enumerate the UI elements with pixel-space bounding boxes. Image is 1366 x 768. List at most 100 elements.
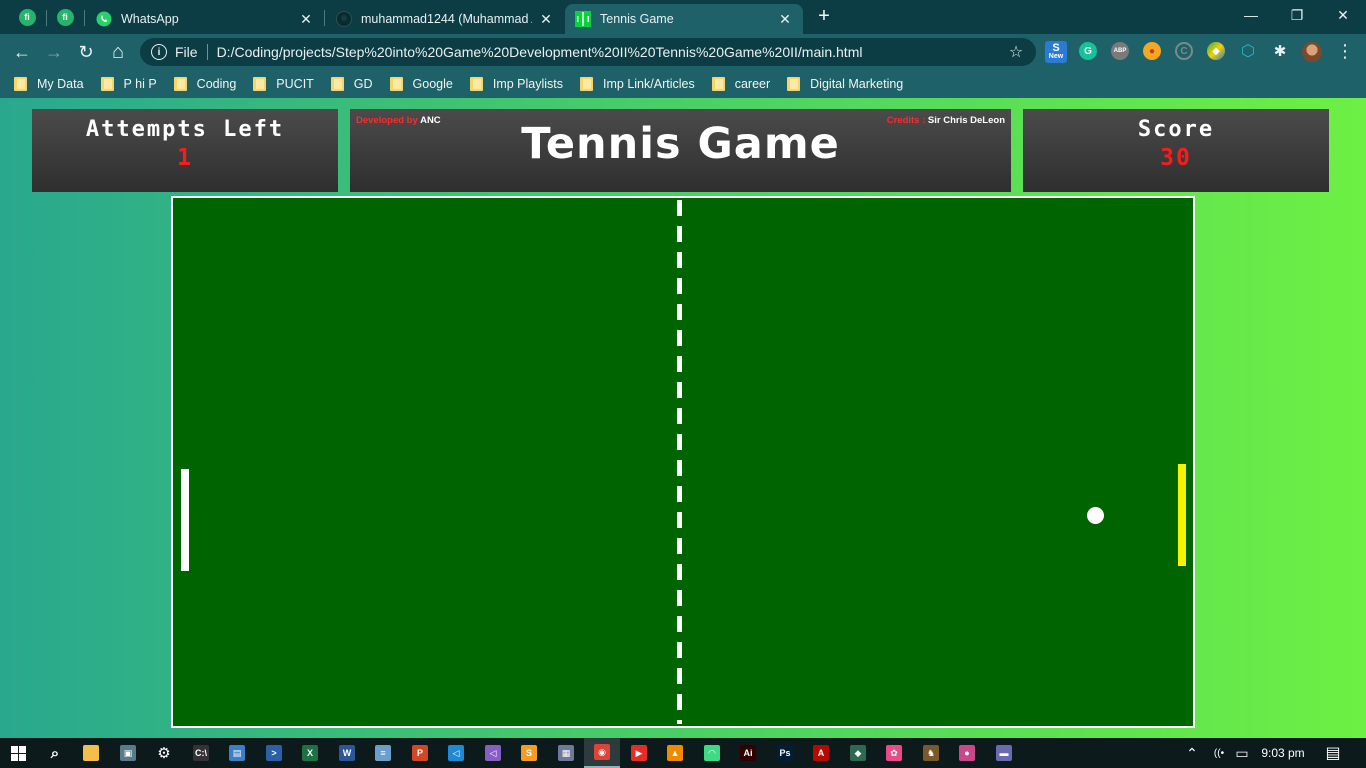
close-window-button[interactable]: ✕ (1320, 0, 1366, 30)
tray-chevron-icon[interactable]: ⌃ (1182, 738, 1202, 768)
taskbar-app-photo-viewer[interactable]: ▣ (110, 738, 146, 768)
wifi-icon[interactable]: ((• (1208, 738, 1230, 768)
close-tab-icon[interactable]: ✕ (298, 11, 314, 28)
taskbar-app-virtualbox[interactable]: ▦ (548, 738, 584, 768)
bookmark-pucit[interactable]: PUCIT (253, 77, 314, 91)
restore-window-button[interactable]: ❐ (1274, 0, 1320, 30)
taskbar-app-control-panel[interactable]: ▤ (219, 738, 255, 768)
pinned-tab-1[interactable]: fi (10, 4, 44, 30)
bookmark-career[interactable]: career (711, 77, 770, 91)
bookmark-google[interactable]: Google (389, 77, 453, 91)
ball (1087, 507, 1104, 524)
title-panel: Developed by ANC Credits : Sir Chris DeL… (350, 109, 1011, 192)
taskbar-app-visual-studio[interactable]: ◁ (475, 738, 511, 768)
bookmark-imp-link-articles[interactable]: Imp Link/Articles (580, 77, 695, 91)
bookmark-label: My Data (37, 77, 84, 91)
forward-button[interactable]: → (40, 38, 68, 66)
clock-time[interactable]: 9:03 pm (1256, 738, 1310, 768)
sublime-text-icon: S (521, 745, 537, 761)
colorful-extension-icon[interactable]: ◆ (1207, 42, 1225, 60)
folder-icon (711, 77, 725, 91)
taskbar-app-search[interactable]: ⌕ (37, 738, 73, 768)
address-separator (206, 44, 208, 60)
address-bar[interactable]: i File D:/Coding/projects/Step%20into%20… (140, 38, 1036, 66)
taskbar-app-excel[interactable]: X (292, 738, 328, 768)
home-button[interactable]: ⌂ (104, 38, 132, 66)
game-app-icon: ♞ (923, 745, 939, 761)
taskbar-app-sublime-merge[interactable]: ◆ (840, 738, 876, 768)
new-tab-button[interactable]: + (812, 5, 836, 29)
start-button[interactable] (0, 738, 36, 768)
minimize-window-button[interactable]: — (1228, 0, 1274, 30)
profile-avatar[interactable] (1302, 42, 1322, 62)
coin-extension-icon[interactable]: ● (1143, 42, 1161, 60)
site-info-icon[interactable]: i (151, 44, 167, 60)
bookmark-digital-marketing[interactable]: Digital Marketing (787, 77, 903, 91)
bookmark-gd[interactable]: GD (330, 77, 373, 91)
colorful-app-icon: ✿ (886, 745, 902, 761)
browser-app-icon: ● (959, 745, 975, 761)
c-extension-icon[interactable]: C (1175, 42, 1193, 60)
bookmark-coding[interactable]: Coding (173, 77, 236, 91)
powershell-icon: > (266, 745, 282, 761)
taskbar-app-photoshop[interactable]: Ps (767, 738, 803, 768)
tab-github[interactable]: muhammad1244 (Muhammad A ✕ (326, 4, 564, 34)
attempts-panel: Attempts Left 1 (32, 109, 338, 192)
taskbar-app-youtube[interactable]: ▶ (621, 738, 657, 768)
taskbar-app-word[interactable]: W (329, 738, 365, 768)
score-value: 30 (1160, 145, 1192, 171)
file-explorer-icon (83, 745, 99, 761)
adblock-icon[interactable]: ABP (1111, 42, 1129, 60)
taskbar-app-game-app[interactable]: ♞ (913, 738, 949, 768)
bookmark-star-icon[interactable]: ☆ (1006, 42, 1026, 62)
taskbar-app-android-studio[interactable]: ◠ (694, 738, 730, 768)
taskbar-app-browser-app[interactable]: ● (949, 738, 985, 768)
taskbar-app-sublime-text[interactable]: S (511, 738, 547, 768)
taskbar-app-powerpoint[interactable]: P (402, 738, 438, 768)
pinned-tab-2[interactable]: fi (48, 4, 82, 30)
notification-center-icon[interactable]: ▤ (1320, 738, 1346, 768)
cube-extension-icon[interactable]: ⬡ (1239, 42, 1257, 60)
taskbar-app-acrobat[interactable]: A (803, 738, 839, 768)
taskbar-app-illustrator[interactable]: Ai (730, 738, 766, 768)
close-tab-icon[interactable]: ✕ (538, 11, 554, 28)
taskbar-app-media-app[interactable]: ▬ (986, 738, 1022, 768)
taskbar-app-vlc[interactable]: ▲ (657, 738, 693, 768)
folder-icon (389, 77, 403, 91)
tab-tennis-game[interactable]: Tennis Game ✕ (565, 4, 803, 34)
new-extension-icon[interactable]: S New (1045, 41, 1067, 63)
tennis-court-canvas[interactable] (171, 196, 1195, 728)
battery-icon[interactable]: ▭ (1232, 738, 1252, 768)
folder-icon (253, 77, 267, 91)
close-tab-icon[interactable]: ✕ (777, 11, 793, 28)
photoshop-icon: Ps (777, 745, 793, 761)
folder-icon (580, 77, 594, 91)
left-paddle[interactable] (181, 469, 189, 571)
game-page: Attempts Left 1 Developed by ANC Credits… (0, 98, 1366, 738)
taskbar-app-file-explorer[interactable] (73, 738, 109, 768)
bookmark-p-hi-p[interactable]: P hi P (100, 77, 157, 91)
taskbar-app-powershell[interactable]: > (256, 738, 292, 768)
grammarly-icon[interactable]: G (1079, 42, 1097, 60)
taskbar-app-chrome[interactable]: ◉ (584, 738, 620, 768)
tab-whatsapp[interactable]: WhatsApp ✕ (86, 4, 324, 34)
reload-button[interactable]: ↻ (72, 38, 100, 66)
taskbar-app-colorful-app[interactable]: ✿ (876, 738, 912, 768)
vlc-icon: ▲ (667, 745, 683, 761)
taskbar-app-settings-gear[interactable]: ⚙ (146, 738, 182, 768)
tab-title: muhammad1244 (Muhammad A (361, 12, 532, 26)
photo-viewer-icon: ▣ (120, 745, 136, 761)
puzzle-extensions-icon[interactable]: ✱ (1271, 42, 1289, 60)
taskbar-app-command-prompt[interactable]: C:\ (183, 738, 219, 768)
taskbar-app-vscode[interactable]: ◁ (438, 738, 474, 768)
settings-gear-icon: ⚙ (157, 745, 171, 762)
bookmark-imp-playlists[interactable]: Imp Playlists (469, 77, 563, 91)
browser-menu-icon[interactable]: ⋮ (1336, 42, 1354, 62)
folder-icon (14, 77, 27, 91)
bookmark-my-data[interactable]: My Data (14, 77, 84, 91)
back-button[interactable]: ← (8, 38, 36, 66)
windows-logo-icon (10, 745, 26, 761)
url-text[interactable]: D:/Coding/projects/Step%20into%20Game%20… (217, 44, 1006, 60)
url-scheme-label: File (175, 44, 198, 60)
taskbar-app-notepad[interactable]: ≡ (365, 738, 401, 768)
